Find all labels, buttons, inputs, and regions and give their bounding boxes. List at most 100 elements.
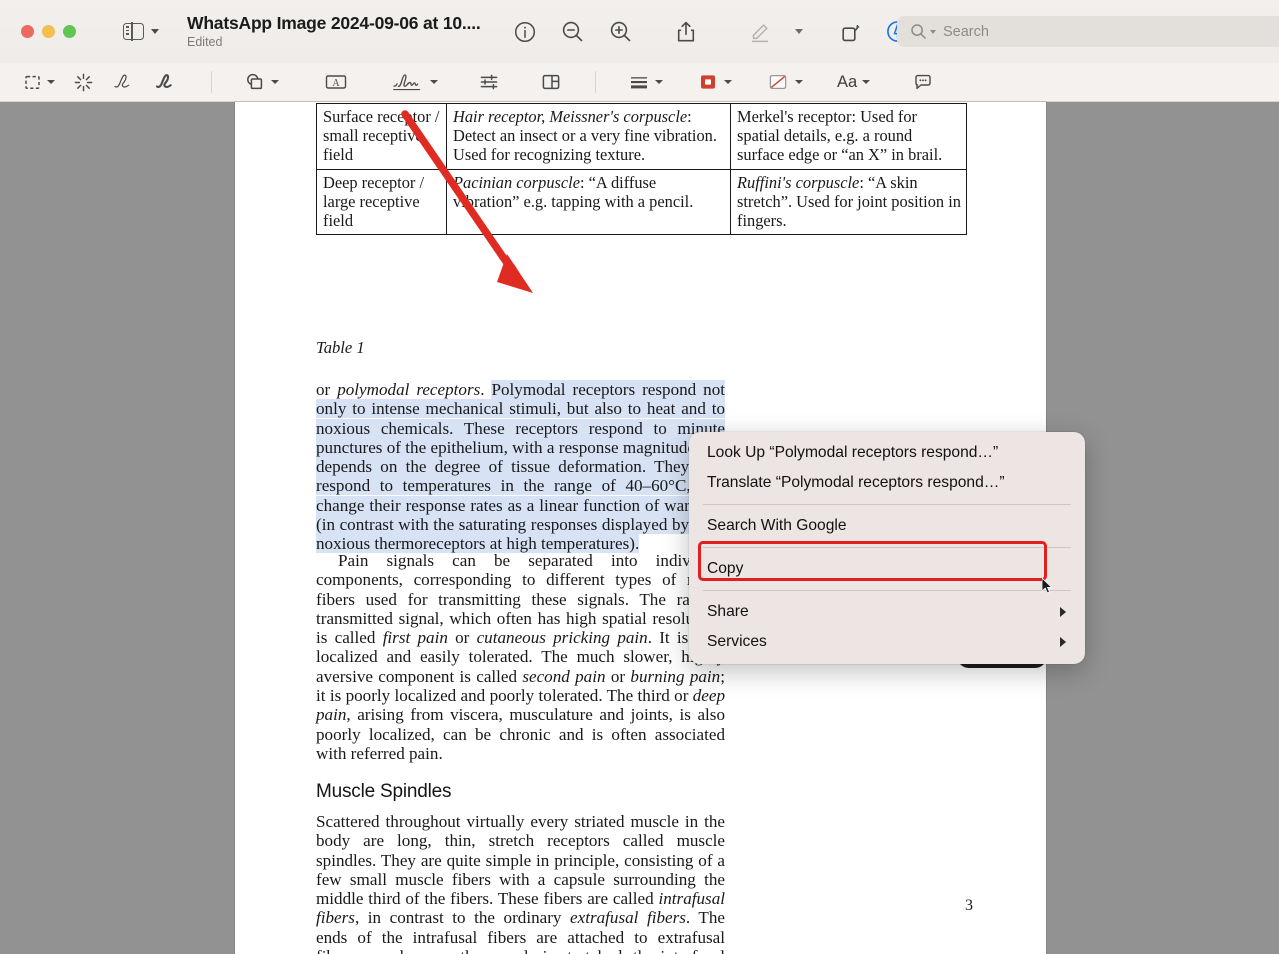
- rotate-button[interactable]: [826, 10, 874, 54]
- dashed-rectangle-icon: [25, 75, 40, 89]
- submenu-chevron-right-icon: [1060, 637, 1066, 647]
- border-color-tool[interactable]: [688, 67, 741, 97]
- sparkle-icon: [74, 73, 93, 91]
- share-button[interactable]: [662, 10, 710, 54]
- pain-italic4: burning pain: [630, 666, 721, 686]
- line-weight-icon: [631, 77, 647, 89]
- font-style-tool[interactable]: Aa: [828, 67, 879, 97]
- toolbar-divider: [211, 71, 212, 93]
- info-button[interactable]: [501, 10, 549, 54]
- chevron-down-icon[interactable]: [724, 80, 732, 84]
- crop-panel-icon: [542, 74, 560, 90]
- squiggle-thin-icon: [114, 74, 130, 88]
- pain-part4: or: [605, 666, 631, 686]
- crop-tool[interactable]: [531, 67, 571, 97]
- squiggle-bold-icon: [155, 74, 172, 89]
- shape-style-tool[interactable]: [619, 67, 672, 97]
- page-title: WhatsApp Image 2024-09-06 at 10....: [187, 12, 481, 33]
- paragraph-lead-tail: .: [480, 380, 492, 399]
- paragraph-muscle-spindles[interactable]: Scattered throughout virtually every str…: [316, 812, 725, 954]
- chevron-down-icon[interactable]: [47, 80, 55, 84]
- chevron-down-icon[interactable]: [430, 80, 438, 84]
- search-scope-chevron-down-icon[interactable]: [930, 29, 936, 34]
- table-caption: Table 1: [316, 338, 365, 357]
- toolbar-divider-2: [595, 71, 596, 93]
- menu-item-label: Copy: [707, 560, 744, 577]
- selected-text[interactable]: Polymodal receptors respond not only to …: [316, 380, 726, 554]
- maximize-window-button[interactable]: [63, 25, 76, 38]
- font-style-label: Aa: [837, 72, 858, 91]
- markup-options-button[interactable]: [784, 10, 814, 54]
- svg-text:A: A: [332, 78, 340, 89]
- sidebar-icon[interactable]: [123, 22, 144, 41]
- markup-toolbar: A Aa: [0, 63, 1279, 102]
- paragraph-lead-italic: polymodal receptors: [337, 380, 481, 399]
- close-window-button[interactable]: [21, 25, 34, 38]
- adjust-color-tool[interactable]: [469, 67, 509, 97]
- paragraph-lead-plain: or: [316, 380, 338, 399]
- minimize-window-button[interactable]: [42, 25, 55, 38]
- speech-bubble-tool[interactable]: [903, 67, 943, 97]
- text-tool[interactable]: A: [314, 67, 358, 97]
- search-field[interactable]: Search: [897, 16, 1279, 47]
- search-input-placeholder[interactable]: Search: [943, 24, 989, 40]
- sign-tool[interactable]: [382, 67, 447, 97]
- menu-item-label: Services: [707, 633, 767, 650]
- paragraph-pain-signals[interactable]: Pain signals can be separated into indiv…: [316, 551, 725, 763]
- menu-divider: [703, 547, 1071, 548]
- table-row: Deep receptor / large receptive field Pa…: [316, 168, 967, 236]
- sketch-tool[interactable]: [103, 67, 145, 97]
- sidebar-toggle-group[interactable]: [123, 22, 159, 41]
- submenu-chevron-right-icon: [1060, 607, 1066, 617]
- preview-app-window: WhatsApp Image 2024-09-06 at 10.... Edit…: [0, 0, 1279, 954]
- menu-item-label: Look Up “Polymodal receptors respond…”: [707, 444, 999, 461]
- chevron-down-icon[interactable]: [795, 80, 803, 84]
- chevron-down-icon[interactable]: [271, 80, 279, 84]
- zoom-out-button[interactable]: [549, 10, 597, 54]
- menu-item-search-with-google[interactable]: Search With Google: [689, 511, 1085, 541]
- pain-italic1: first pain: [382, 628, 448, 648]
- chevron-down-icon[interactable]: [655, 80, 663, 84]
- table-cell-r1c3: Merkel's receptor: Used for spatial deta…: [730, 103, 967, 170]
- window-titlebar: WhatsApp Image 2024-09-06 at 10.... Edit…: [0, 0, 1279, 63]
- menu-item-look-up[interactable]: Look Up “Polymodal receptors respond…”: [689, 438, 1085, 468]
- table-row: Surface receptor / small receptive field…: [316, 103, 967, 170]
- muscle-part2: , in contrast to the ordinary: [354, 908, 571, 928]
- menu-item-translate[interactable]: Translate “Polymodal receptors respond…”: [689, 468, 1085, 498]
- titlebar-tool-icons: [501, 10, 922, 54]
- menu-divider: [703, 590, 1071, 591]
- shapes-tool[interactable]: [235, 67, 288, 97]
- document-canvas[interactable]: Surface receptor / small receptive field…: [0, 102, 1279, 954]
- document-title-group: WhatsApp Image 2024-09-06 at 10.... Edit…: [187, 12, 481, 50]
- menu-item-label: Translate “Polymodal receptors respond…”: [707, 474, 1005, 491]
- mouse-cursor: [1042, 578, 1053, 594]
- menu-item-copy[interactable]: Copy: [689, 554, 1085, 584]
- search-magnifier-icon: [911, 24, 926, 39]
- pain-part6: , arising from viscera, musculature and …: [316, 705, 725, 763]
- pain-italic2: cutaneous pricking pain: [476, 628, 648, 648]
- traffic-light-buttons: [21, 25, 76, 38]
- chevron-down-icon[interactable]: [151, 29, 159, 34]
- instant-alpha-tool[interactable]: [64, 67, 103, 97]
- no-fill-diagonal-icon: [769, 74, 787, 90]
- pain-part2: or: [447, 628, 477, 648]
- context-menu[interactable]: Look Up “Polymodal receptors respond…” T…: [689, 432, 1085, 664]
- chevron-down-icon[interactable]: [862, 80, 871, 84]
- menu-divider: [703, 504, 1071, 505]
- shapes-icon: [247, 73, 263, 90]
- paragraph-polymodal[interactable]: or polymodal receptors. Polymodal recept…: [316, 380, 726, 554]
- markup-button[interactable]: [736, 10, 784, 54]
- menu-item-share[interactable]: Share: [689, 597, 1085, 627]
- table-cell-r1c1: Surface receptor / small receptive field: [316, 103, 447, 170]
- selection-tool[interactable]: [14, 67, 64, 97]
- page-number: 3: [965, 897, 973, 914]
- table-cell-r2c2: Pacinian corpuscle: “A diffuse vibration…: [446, 168, 731, 236]
- pain-italic3: second pain: [522, 666, 606, 686]
- fill-color-tool[interactable]: [757, 67, 812, 97]
- draw-tool[interactable]: [145, 67, 187, 97]
- context-menu-wrapper: Look Up “Polymodal receptors respond…” T…: [689, 432, 1085, 668]
- sliders-icon: [480, 74, 498, 90]
- zoom-in-button[interactable]: [597, 10, 645, 54]
- menu-item-services[interactable]: Services: [689, 627, 1085, 657]
- document-edited-status: Edited: [187, 35, 223, 50]
